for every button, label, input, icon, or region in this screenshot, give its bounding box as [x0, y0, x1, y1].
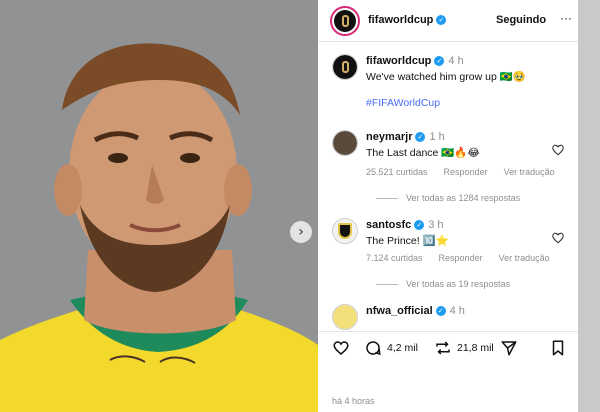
- neymar-avatar-image: [333, 131, 357, 155]
- comment-text: The Last dance 🇧🇷🔥😂: [366, 147, 480, 159]
- caption-hashtag-link[interactable]: #FIFAWorldCup: [366, 97, 440, 109]
- comment-likes[interactable]: 7.124 curtidas: [366, 253, 423, 263]
- post-panel: fifaworldcup ✓ Seguindo ··· fifaworldcup ✓…: [318, 0, 578, 412]
- heart-icon[interactable]: [551, 231, 565, 245]
- comments-count: 4,2 mil: [387, 342, 418, 354]
- nfwa-avatar-image: [333, 305, 357, 329]
- reply-button[interactable]: Responder: [444, 167, 488, 177]
- comment-icon: [366, 341, 381, 356]
- header-username[interactable]: fifaworldcup ✓: [368, 14, 447, 26]
- reply-button[interactable]: Responder: [439, 253, 483, 263]
- view-replies-text: Ver todas as 19 respostas: [406, 279, 511, 289]
- comment-author[interactable]: nfwa_official ✓ 4 h: [366, 305, 465, 317]
- caption-text: We've watched him grow up 🇧🇷🥹: [366, 71, 526, 83]
- comment-avatar[interactable]: [332, 304, 358, 330]
- fifa-logo-icon: [333, 55, 357, 79]
- view-replies-button[interactable]: Ver todas as 1284 respostas: [376, 193, 520, 203]
- comment-author-name: santosfc: [366, 219, 412, 231]
- chevron-right-icon: ›: [298, 224, 304, 240]
- caption-avatar[interactable]: [332, 54, 358, 80]
- translate-button[interactable]: Ver tradução: [499, 253, 550, 263]
- comment-text: The Prince! 🔟⭐: [366, 235, 449, 247]
- verified-badge-icon: ✓: [414, 220, 425, 231]
- verified-badge-icon: ✓: [434, 56, 445, 67]
- caption-author-name: fifaworldcup: [366, 55, 432, 67]
- carousel-next-button[interactable]: ›: [290, 221, 312, 243]
- more-options-icon[interactable]: ···: [560, 11, 572, 25]
- player-portrait: [0, 0, 318, 412]
- posted-time: há 4 horas: [332, 396, 375, 406]
- comment-avatar[interactable]: [332, 218, 358, 244]
- fifa-avatar[interactable]: [330, 6, 360, 36]
- following-button[interactable]: Seguindo: [496, 14, 546, 26]
- action-bar: 4,2 mil 21,8 mil: [318, 331, 578, 361]
- verified-badge-icon: ✓: [436, 15, 447, 26]
- repost-button[interactable]: 21,8 mil: [434, 339, 494, 357]
- comment-button[interactable]: 4,2 mil: [364, 339, 418, 357]
- translate-button[interactable]: Ver tradução: [504, 167, 555, 177]
- comment-likes[interactable]: 25.521 curtidas: [366, 167, 428, 177]
- comment-meta: 25.521 curtidas Responder Ver tradução: [366, 167, 555, 177]
- post-header: fifaworldcup ✓ Seguindo ···: [318, 0, 578, 42]
- reposts-count: 21,8 mil: [457, 342, 494, 354]
- bookmark-icon[interactable]: [550, 339, 566, 357]
- comment-author[interactable]: neymarjr ✓ 1 h: [366, 131, 445, 143]
- comment-meta: 7.124 curtidas Responder Ver tradução: [366, 253, 550, 263]
- comment-author-name: neymarjr: [366, 131, 413, 143]
- replies-divider: [376, 197, 398, 199]
- view-replies-button[interactable]: Ver todas as 19 respostas: [376, 279, 510, 289]
- verified-badge-icon: ✓: [415, 132, 426, 143]
- caption-author[interactable]: fifaworldcup ✓ 4 h: [366, 55, 464, 67]
- verified-badge-icon: ✓: [435, 306, 446, 317]
- fifa-logo-icon: [334, 10, 356, 32]
- side-gutter: [578, 0, 600, 412]
- send-icon[interactable]: [500, 339, 518, 357]
- view-replies-text: Ver todas as 1284 respostas: [406, 193, 521, 203]
- header-username-text: fifaworldcup: [368, 14, 434, 26]
- comment-time: 1 h: [429, 131, 445, 143]
- replies-divider: [376, 283, 398, 285]
- comment-time: 3 h: [428, 219, 444, 231]
- comment-time: 4 h: [449, 305, 465, 317]
- repost-icon: [436, 341, 450, 355]
- heart-icon[interactable]: [551, 143, 565, 157]
- comment-author[interactable]: santosfc ✓ 3 h: [366, 219, 444, 231]
- post-image[interactable]: ›: [0, 0, 318, 412]
- heart-icon[interactable]: [332, 339, 350, 357]
- comment-avatar[interactable]: [332, 130, 358, 156]
- santos-crest-icon: [333, 219, 357, 243]
- caption-time: 4 h: [448, 55, 464, 67]
- comment-author-name: nfwa_official: [366, 305, 433, 317]
